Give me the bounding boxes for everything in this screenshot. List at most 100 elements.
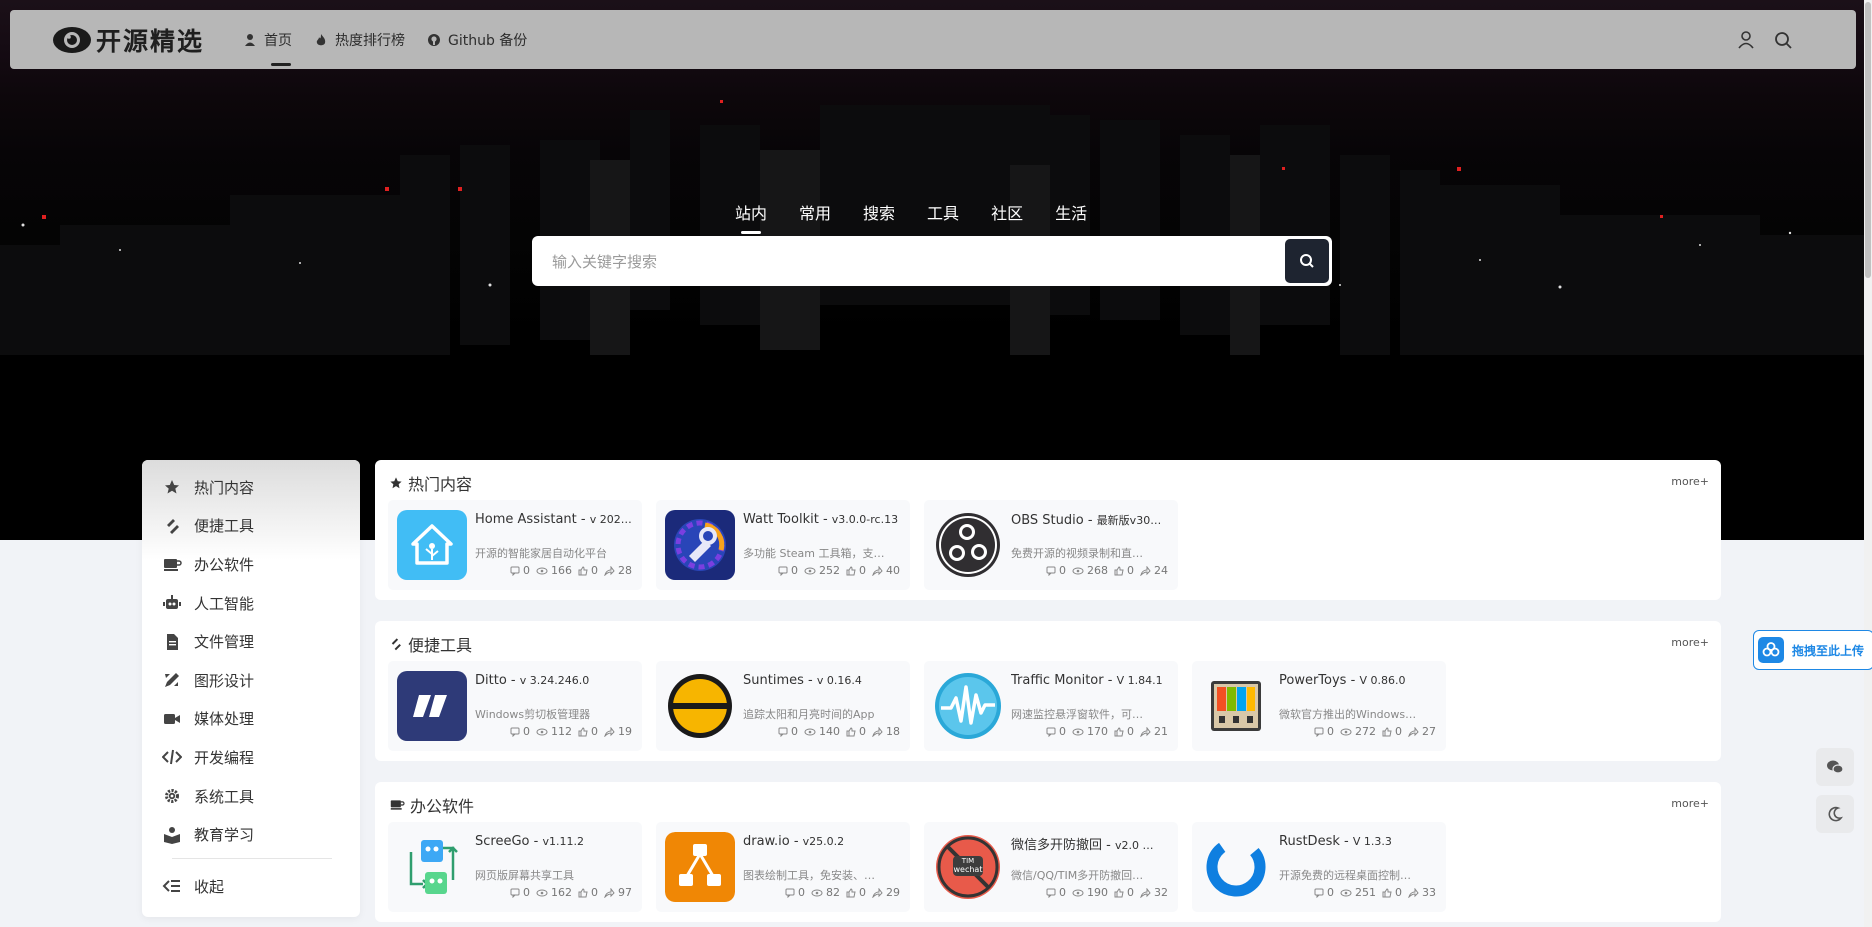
like-count-value: 0 [591, 725, 598, 738]
moon-icon [1828, 806, 1843, 822]
thumb-up-icon [1382, 726, 1392, 736]
thumb-up-icon [578, 726, 588, 736]
upload-label: 拖拽至此上传 [1792, 643, 1865, 658]
app-description: 开源免费的远程桌面控制… [1279, 869, 1411, 882]
app-card[interactable]: OBS Studio - 最新版v30… 免费开源的视频录制和直… 0 268 … [924, 500, 1178, 590]
sidebar-item-label: 人工智能 [194, 594, 255, 613]
more-link[interactable]: more+ [1671, 797, 1709, 810]
github-icon [428, 33, 440, 46]
sidebar-item-design[interactable]: 图形设计 [142, 661, 360, 700]
section-title: 便捷工具 [389, 632, 472, 656]
app-card[interactable]: Home Assistant - v 202… 开源的智能家居自动化平台 0 1… [388, 500, 642, 590]
app-name: Home Assistant [475, 512, 577, 527]
thumb-up-icon [578, 565, 588, 575]
nav-ranking[interactable]: 热度排行榜 [314, 10, 405, 69]
comment-count: 0 [1314, 725, 1334, 738]
upload-drop-button[interactable]: 拖拽至此上传 [1753, 630, 1872, 670]
nav-home[interactable]: 首页 [243, 10, 292, 69]
nav-github[interactable]: Github 备份 [427, 10, 527, 69]
sidebar-item-system[interactable]: 系统工具 [142, 777, 360, 816]
comment-count: 0 [778, 564, 798, 577]
thumb-up-icon [846, 887, 856, 897]
like-count-value: 0 [859, 564, 866, 577]
view-count-value: 252 [819, 564, 840, 577]
search-tab-site[interactable]: 站内 [735, 200, 767, 234]
app-card[interactable]: Traffic Monitor - V 1.84.1 网速监控悬浮窗软件，可… … [924, 661, 1178, 751]
search-input[interactable] [550, 236, 1294, 288]
more-link[interactable]: more+ [1671, 475, 1709, 488]
app-card[interactable]: PowerToys - V 0.86.0 微软官方推出的Windows… 0 2… [1192, 661, 1446, 751]
thumb-up-icon [1114, 565, 1124, 575]
comment-count-value: 0 [1059, 564, 1066, 577]
user-icon[interactable] [1735, 29, 1757, 51]
app-stats: 0 82 0 29 [779, 886, 900, 899]
app-description: 微软官方推出的Windows… [1279, 708, 1417, 721]
main-nav: 首页 热度排行榜 Github 备份 [243, 10, 549, 69]
share-count: 33 [1408, 886, 1436, 899]
comment-count: 0 [510, 725, 530, 738]
view-count: 112 [536, 725, 572, 738]
share-count-value: 40 [886, 564, 900, 577]
page-scrollbar[interactable] [1864, 0, 1872, 927]
view-count: 190 [1072, 886, 1108, 899]
coffee-cup-icon [390, 800, 405, 810]
share-icon [1408, 726, 1419, 737]
video-icon [164, 713, 180, 724]
comment-count: 0 [1046, 725, 1066, 738]
site-logo[interactable]: 开源精选 [52, 21, 204, 59]
like-count-value: 0 [591, 564, 598, 577]
share-icon [604, 726, 615, 737]
wechat-button[interactable] [1816, 748, 1854, 786]
comment-count-value: 0 [798, 886, 805, 899]
view-count-value: 272 [1355, 725, 1376, 738]
app-card[interactable]: TIM wechat 微信多开防撤回 - v2.0 … 微信/QQ/TIM多开防撤… [924, 822, 1178, 912]
search-tab-life[interactable]: 生活 [1055, 200, 1087, 224]
user-icon [245, 33, 255, 46]
search-tab-common[interactable]: 常用 [799, 200, 831, 224]
sidebar-item-education[interactable]: 教育学习 [142, 815, 360, 854]
app-version: V 1.3.3 [1352, 835, 1392, 848]
star-icon [390, 477, 402, 489]
share-count: 24 [1140, 564, 1168, 577]
app-card[interactable]: ScreeGo - v1.11.2 网页版屏幕共享工具 0 162 0 97 [388, 822, 642, 912]
sidebar-item-label: 媒体处理 [194, 710, 255, 729]
watt-toolkit-icon [665, 510, 735, 580]
app-card[interactable]: Watt Toolkit - v3.0.0-rc.13 多功能 Steam 工具… [656, 500, 910, 590]
scrollbar-thumb[interactable] [1865, 2, 1871, 278]
obs-icon [933, 510, 1003, 580]
dark-mode-button[interactable] [1816, 795, 1854, 833]
search-tab-search[interactable]: 搜索 [863, 200, 895, 224]
sidebar-item-media[interactable]: 媒体处理 [142, 700, 360, 739]
sidebar-item-hot[interactable]: 热门内容 [142, 468, 360, 507]
share-count-value: 97 [618, 886, 632, 899]
sidebar-item-ai[interactable]: 人工智能 [142, 584, 360, 623]
sidebar-item-tools[interactable]: 便捷工具 [142, 507, 360, 546]
comment-icon [510, 566, 520, 576]
app-description: 图表绘制工具，免安装、… [743, 869, 875, 882]
app-card[interactable]: Suntimes - v 0.16.4 追踪太阳和月亮时间的App 0 140 … [656, 661, 910, 751]
search-icon[interactable] [1772, 29, 1794, 51]
app-description: 免费开源的视频录制和直… [1011, 547, 1143, 560]
app-card[interactable]: Ditto - v 3.24.246.0 Windows剪切板管理器 0 112… [388, 661, 642, 751]
eye-icon [536, 728, 548, 735]
app-title: ScreeGo - v1.11.2 [475, 834, 584, 849]
wechat-icon [1827, 760, 1844, 774]
sidebar-item-files[interactable]: 文件管理 [142, 622, 360, 661]
more-link[interactable]: more+ [1671, 636, 1709, 649]
search-button[interactable] [1285, 239, 1329, 283]
section-title-text: 便捷工具 [408, 636, 473, 655]
search-tab-community[interactable]: 社区 [991, 200, 1023, 224]
app-card[interactable]: draw.io - v25.0.2 图表绘制工具，免安装、… 0 82 0 29 [656, 822, 910, 912]
view-count-value: 268 [1087, 564, 1108, 577]
sidebar-item-office[interactable]: 办公软件 [142, 545, 360, 584]
sidebar-item-dev[interactable]: 开发编程 [142, 738, 360, 777]
view-count-value: 112 [551, 725, 572, 738]
app-title: OBS Studio - 最新版v30… [1011, 513, 1162, 528]
powertoys-icon [1201, 671, 1271, 741]
drawio-icon [665, 832, 735, 902]
search-tab-tools[interactable]: 工具 [927, 200, 959, 224]
app-card[interactable]: RustDesk - V 1.3.3 开源免费的远程桌面控制… 0 251 0 … [1192, 822, 1446, 912]
sidebar-collapse-button[interactable]: 收起 [142, 867, 360, 906]
comment-icon [785, 888, 795, 898]
wechat-tim-icon: TIMwechat [933, 832, 1003, 902]
